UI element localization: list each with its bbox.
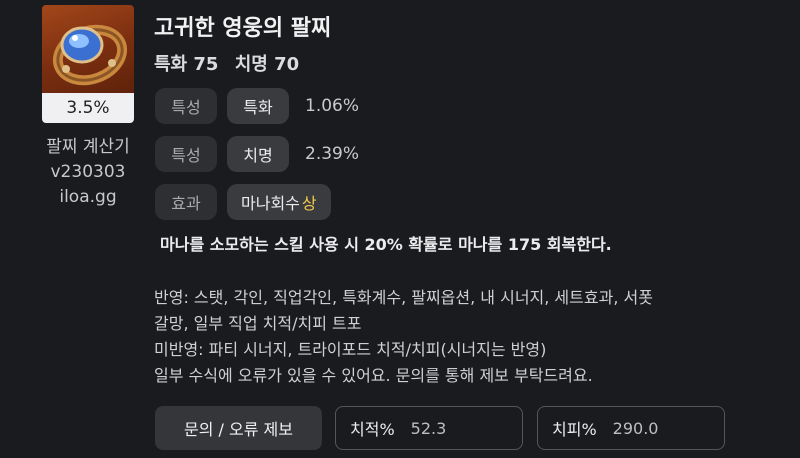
option-value: 1.06% xyxy=(305,96,360,116)
note-line: 갈망, 일부 직업 치적/치피 트포 xyxy=(154,314,362,333)
item-summary: 3.5% 팔찌 계산기 v230303 iloa.gg xyxy=(40,5,136,210)
crit-rate-label: 치적% xyxy=(350,420,395,439)
option-value: 2.39% xyxy=(305,144,360,164)
crit-damage-value[interactable]: 290.0 xyxy=(613,419,659,438)
note-line: 미반영: 파티 시너지, 트라이포드 치적/치피(시너지는 반영) xyxy=(154,340,547,359)
crit-damage-label: 치피% xyxy=(552,420,597,439)
effect-description: 마나를 소모하는 스킬 사용 시 20% 확률로 마나를 175 회복한다. xyxy=(160,235,612,254)
option-row-3: 효과 마나회수 상 xyxy=(155,184,331,220)
app-site: iloa.gg xyxy=(59,187,117,207)
option-type-label: 효과 xyxy=(155,184,217,220)
stat-specialization: 특화 75 xyxy=(154,54,219,75)
option-name-specialization[interactable]: 특화 xyxy=(227,88,289,124)
app-version: v230303 xyxy=(50,162,126,182)
option-name-mana-recovery[interactable]: 마나회수 상 xyxy=(227,184,331,220)
app-info: 팔찌 계산기 v230303 iloa.gg xyxy=(46,135,130,210)
item-title: 고귀한 영웅의 팔찌 xyxy=(154,16,332,41)
report-button[interactable]: 문의 / 오류 제보 xyxy=(155,406,322,450)
effect-name: 마나회수 xyxy=(241,194,300,213)
crit-rate-field[interactable]: 치적% 52.3 xyxy=(335,406,523,450)
option-type-label: 특성 xyxy=(155,88,217,124)
option-row-2: 특성 치명 2.39% xyxy=(155,136,359,172)
option-row-1: 특성 특화 1.06% xyxy=(155,88,359,124)
option-type-label: 특성 xyxy=(155,136,217,172)
stat-crit: 치명 70 xyxy=(234,54,300,75)
item-stats: 특화 75 치명 70 xyxy=(154,50,299,76)
app-name: 팔찌 계산기 xyxy=(46,137,130,157)
option-name-crit[interactable]: 치명 xyxy=(227,136,289,172)
effect-grade-badge: 상 xyxy=(301,194,317,213)
notes: 반영: 스탯, 각인, 직업각인, 특화계수, 팔찌옵션, 내 시너지, 세트효… xyxy=(154,285,653,389)
note-line: 일부 수식에 오류가 있을 수 있어요. 문의를 통해 제보 부탁드려요. xyxy=(154,366,593,385)
crit-rate-value[interactable]: 52.3 xyxy=(411,419,447,438)
note-line: 반영: 스탯, 각인, 직업각인, 특화계수, 팔찌옵션, 내 시너지, 세트효… xyxy=(154,288,653,307)
item-percent: 3.5% xyxy=(42,93,134,123)
bracelet-icon xyxy=(42,5,134,93)
crit-damage-field[interactable]: 치피% 290.0 xyxy=(537,406,725,450)
